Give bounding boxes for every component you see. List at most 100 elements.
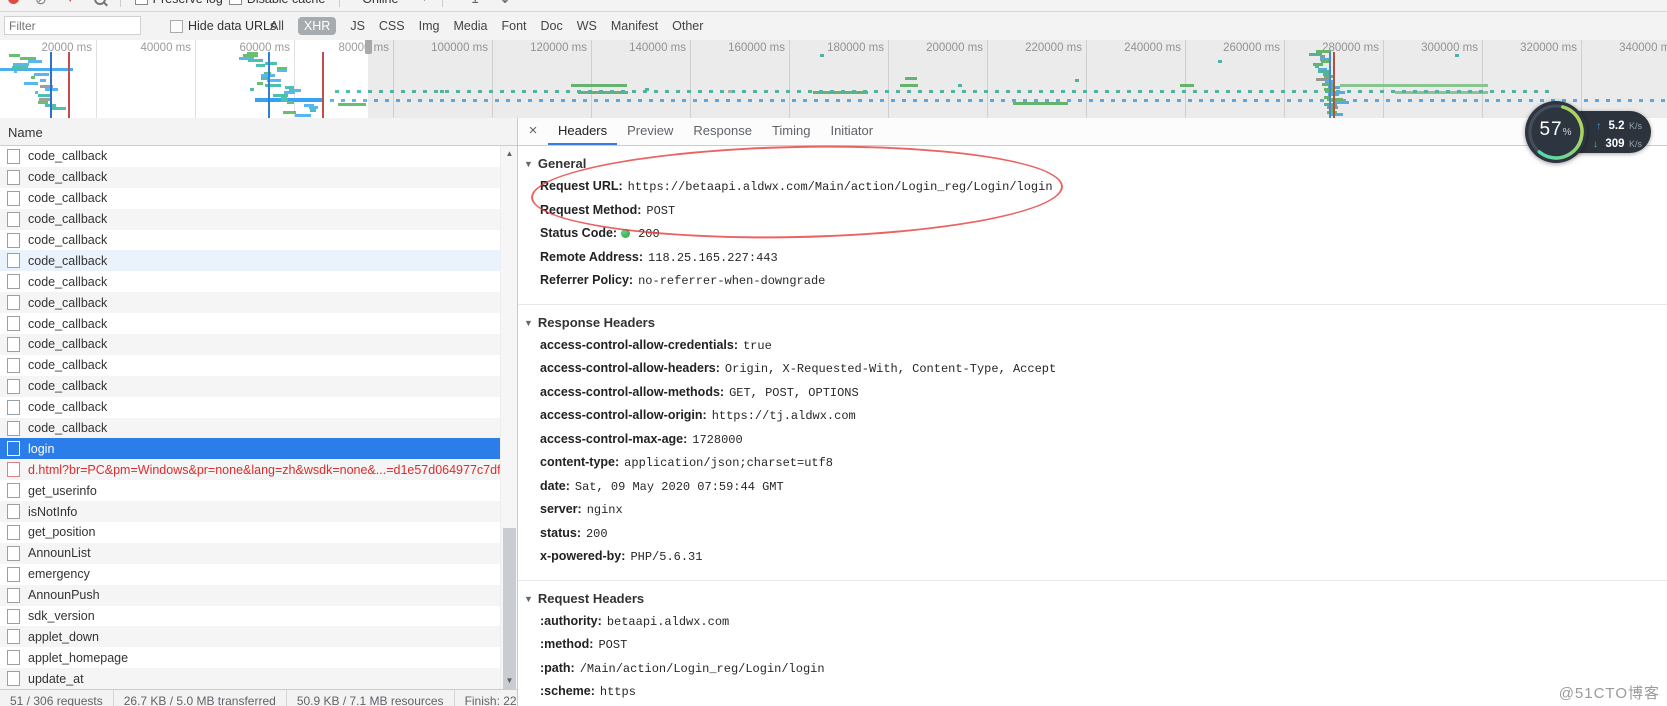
request-row[interactable]: code_callback xyxy=(0,334,500,355)
scrollbar-thumb[interactable] xyxy=(503,528,516,696)
request-row[interactable]: get_position xyxy=(0,522,500,543)
request-row[interactable]: code_callback xyxy=(0,229,500,251)
waterfall-bar xyxy=(51,106,66,110)
request-row[interactable]: code_callback xyxy=(0,375,500,397)
request-row[interactable]: AnnounPush xyxy=(0,584,500,606)
request-row[interactable]: code_callback xyxy=(0,146,500,167)
tab-initiator[interactable]: Initiator xyxy=(820,118,883,145)
header-key: access-control-allow-headers: xyxy=(540,361,720,375)
headers-detail: ▼ General Request URL: https://betaapi.aldw… xyxy=(518,146,1667,706)
file-icon xyxy=(7,190,20,206)
scroll-down-icon[interactable]: ▼ xyxy=(501,673,518,689)
file-icon xyxy=(7,671,20,687)
request-name: code_callback xyxy=(28,233,108,247)
speed-monitor-widget[interactable]: ↑ 5.2 K/s ↓ 309 K/s 57% xyxy=(1525,101,1665,165)
scroll-up-icon[interactable]: ▲ xyxy=(501,146,518,162)
name-column-header[interactable]: Name xyxy=(0,118,517,146)
section-header[interactable]: ▼ Response Headers xyxy=(518,312,1667,334)
request-row[interactable]: isNotInfo xyxy=(0,501,500,523)
record-icon[interactable] xyxy=(8,0,19,4)
event-line xyxy=(268,52,270,118)
filter-type-doc[interactable]: Doc xyxy=(541,19,563,33)
request-name: AnnounList xyxy=(28,546,91,561)
request-row[interactable]: code_callback xyxy=(0,271,500,293)
filter-icon[interactable]: ▼ xyxy=(65,0,76,5)
waterfall-dot xyxy=(341,99,345,102)
request-name: applet_homepage xyxy=(28,650,129,665)
hide-data-urls-checkbox[interactable] xyxy=(170,20,183,33)
filter-type-other[interactable]: Other xyxy=(672,19,703,33)
filter-type-js[interactable]: JS xyxy=(350,19,365,33)
tab-preview[interactable]: Preview xyxy=(617,118,683,145)
selection-handle[interactable] xyxy=(365,40,372,54)
filter-input[interactable] xyxy=(4,16,141,35)
tab-response[interactable]: Response xyxy=(683,118,762,145)
clear-icon[interactable]: ⊘ xyxy=(35,0,47,6)
tab-headers[interactable]: Headers xyxy=(548,118,618,145)
search-icon[interactable] xyxy=(93,0,106,5)
headers-section: ▼ Response Headers access-control-allow-cr… xyxy=(518,305,1667,581)
request-row[interactable]: emergency xyxy=(0,563,500,585)
file-icon xyxy=(7,483,20,499)
request-name: code_callback xyxy=(28,212,108,227)
header-value: /Main/action/Login_reg/Login/login xyxy=(579,661,825,676)
file-icon xyxy=(7,420,20,436)
filter-type-media[interactable]: Media xyxy=(453,19,487,33)
section-header[interactable]: ▼ General xyxy=(518,153,1667,175)
request-row[interactable]: code_callback xyxy=(0,313,500,335)
header-key: date: xyxy=(540,478,570,493)
waterfall-dot xyxy=(352,99,356,102)
waterfall-bar xyxy=(27,60,43,64)
filter-type-img[interactable]: Img xyxy=(419,19,440,33)
header-line: Request URL: https://betaapi.aldwx.com/Ma… xyxy=(518,175,1667,199)
file-icon xyxy=(7,504,20,520)
request-row[interactable]: login xyxy=(0,438,500,460)
request-row[interactable]: update_at xyxy=(0,668,500,689)
header-key: Request URL: xyxy=(540,179,623,193)
request-row[interactable]: code_callback xyxy=(0,396,500,418)
waterfall-bar xyxy=(248,59,264,63)
preserve-log-checkbox[interactable]: ✓ xyxy=(134,0,148,5)
request-row[interactable]: d.html?br=PC&pm=Windows&pr=none&lang=zh&… xyxy=(0,459,500,481)
request-row[interactable]: code_callback xyxy=(0,208,500,230)
request-row[interactable]: applet_down xyxy=(0,626,500,648)
request-row[interactable]: code_callback xyxy=(0,417,500,439)
disable-cache-checkbox[interactable]: ✓ xyxy=(228,0,242,5)
file-icon xyxy=(7,295,20,311)
request-row[interactable]: applet_homepage xyxy=(0,647,500,669)
filter-type-all[interactable]: All xyxy=(270,19,284,33)
header-value: nginx xyxy=(586,503,623,517)
list-scrollbar[interactable]: ▲ ▼ xyxy=(500,146,518,696)
request-row[interactable]: code_callback xyxy=(0,292,500,314)
request-row[interactable]: code_callback xyxy=(0,187,500,209)
header-key: access-control-allow-methods: xyxy=(540,384,725,399)
section-title: Request Headers xyxy=(537,590,645,606)
close-icon[interactable]: × xyxy=(518,118,548,145)
headers-section: ▼ General Request URL: https://betaapi.aldw… xyxy=(518,146,1667,305)
preserve-log-label: Preserve log xyxy=(153,0,223,6)
section-header[interactable]: ▼ Request Headers xyxy=(518,588,1667,610)
selection-shade xyxy=(368,40,1667,118)
throttling-select[interactable]: Online xyxy=(362,0,398,6)
filter-type-font[interactable]: Font xyxy=(502,19,527,33)
chevron-down-icon: ▼ xyxy=(420,0,428,3)
request-row[interactable]: code_callback xyxy=(0,354,500,376)
request-row[interactable]: code_callback xyxy=(0,250,500,272)
network-overview[interactable]: 20000 ms 40000 ms 60000 ms 80000 ms 100000 m… xyxy=(0,40,1667,119)
filter-type-css[interactable]: CSS xyxy=(379,19,405,33)
request-name: get_userinfo xyxy=(28,483,97,498)
request-row[interactable]: AnnounList xyxy=(0,542,500,564)
request-row[interactable]: get_userinfo xyxy=(0,480,500,502)
header-value: GET, POST, OPTIONS xyxy=(729,385,859,400)
filter-type-ws[interactable]: WS xyxy=(577,19,597,33)
header-value: PHP/5.6.31 xyxy=(630,550,703,564)
main-split: Name code_callback code_callback code_call… xyxy=(0,118,1667,706)
tab-timing[interactable]: Timing xyxy=(762,118,821,145)
request-row[interactable]: code_callback xyxy=(0,166,500,188)
filter-type-manifest[interactable]: Manifest xyxy=(611,19,658,33)
waterfall-bar xyxy=(276,69,288,73)
import-har-icon[interactable]: ↥ xyxy=(469,0,481,7)
request-row[interactable]: sdk_version xyxy=(0,605,500,627)
export-har-icon[interactable]: ↧ xyxy=(499,0,511,7)
filter-type-xhr[interactable]: XHR xyxy=(297,17,337,35)
